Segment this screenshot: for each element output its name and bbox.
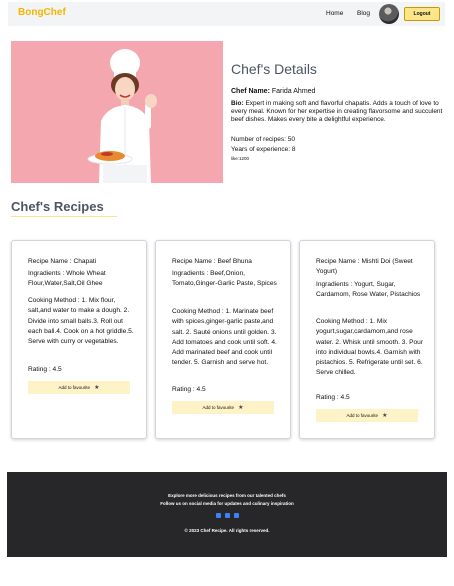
add-to-favourite-label: Add to favourite	[58, 385, 91, 390]
chef-details-title: Chef's Details	[231, 61, 317, 77]
footer-follow-text: Follow us on social media for updates an…	[160, 501, 294, 506]
recipe-name: Recipe Name : Mishti Doi (Sweet Yogurt)	[316, 258, 413, 276]
chef-recipes-count: 50	[287, 136, 295, 143]
chef-bio: Expert in making soft and flavorful chap…	[231, 100, 443, 123]
add-to-favourite-label: Add to favourite	[202, 405, 235, 410]
add-to-favourite-button[interactable]: Add to favourite ★	[28, 381, 130, 394]
add-to-favourite-label: Add to favourite	[346, 413, 379, 418]
recipe-method: Cooking Method : 1. Mix flour, salt,and …	[28, 297, 134, 346]
recipe-ingredients: Ingradients : Beef,Onion, Tomato,Ginger-…	[172, 270, 277, 288]
social-links	[7, 513, 447, 518]
twitter-icon[interactable]	[215, 513, 221, 518]
recipe-rating: Rating : 4.5	[28, 366, 62, 373]
recipe-method: Cooking Method : 1. Mix yogurt,sugar,car…	[316, 318, 424, 377]
chef-name-label: Chef Name:	[231, 88, 270, 95]
add-to-favourite-button[interactable]: Add to favourite ★	[172, 401, 274, 414]
nav-blog-link[interactable]: Blog	[357, 10, 370, 17]
navbar: BongChef Home Blog Logout	[8, 2, 445, 26]
star-icon: ★	[238, 405, 244, 411]
chef-years-count: 8	[291, 146, 296, 153]
add-to-favourite-button[interactable]: Add to favourite ★	[316, 409, 418, 422]
logout-button[interactable]: Logout	[404, 7, 440, 21]
recipe-name: Recipe Name : Beef Bhuna	[172, 258, 252, 265]
brand-logo[interactable]: BongChef	[18, 7, 66, 18]
footer-tagline: Explore more delicious recipes from our …	[168, 493, 286, 498]
chef-photo	[11, 41, 223, 183]
chef-bio-label: Bio:	[231, 100, 244, 107]
star-icon: ★	[94, 385, 100, 391]
chef-name-row: Chef Name: Farida Ahmed	[231, 88, 315, 96]
footer: Explore more delicious recipes from our …	[7, 472, 447, 557]
recipe-method: Cooking Method : 1. Marinate beef with s…	[172, 308, 277, 367]
footer-copyright: © 2023 Chef Recipe. All rights reserved.	[184, 528, 270, 533]
star-icon: ★	[382, 413, 388, 419]
recipe-rating: Rating : 4.5	[172, 386, 206, 393]
chef-years-row: Years of experience: 8	[231, 146, 295, 154]
recipe-ingredients: Ingradients : Yogurt, Sugar, Cardamom, R…	[316, 281, 421, 299]
recipe-card: Recipe Name : Chapati Ingradients : Whol…	[11, 240, 147, 439]
recipe-card: Recipe Name : Beef Bhuna Ingradients : B…	[155, 240, 291, 439]
instagram-icon[interactable]	[233, 513, 239, 518]
facebook-icon[interactable]	[224, 513, 230, 518]
recipe-card: Recipe Name : Mishti Doi (Sweet Yogurt) …	[299, 240, 435, 439]
recipes-title-underline	[11, 216, 117, 217]
chef-recipes-label: Number of recipes:	[231, 136, 286, 143]
chef-years-label: Years of experience:	[231, 146, 291, 153]
recipe-name: Recipe Name : Chapati	[28, 258, 97, 265]
nav-home-link[interactable]: Home	[326, 10, 343, 17]
chef-recipes-row: Number of recipes: 50	[231, 136, 295, 144]
chef-bio-row: Bio: Expert in making soft and flavorful…	[231, 100, 445, 124]
recipe-rating: Rating : 4.5	[316, 394, 350, 401]
chef-name: Farida Ahmed	[271, 88, 316, 95]
user-avatar[interactable]	[379, 4, 399, 24]
chef-likes: like:1200	[231, 156, 250, 161]
recipes-section-title: Chef's Recipes	[11, 199, 104, 214]
recipe-ingredients: Ingradients : Whole Wheat Flour,Water,Sa…	[28, 270, 106, 288]
